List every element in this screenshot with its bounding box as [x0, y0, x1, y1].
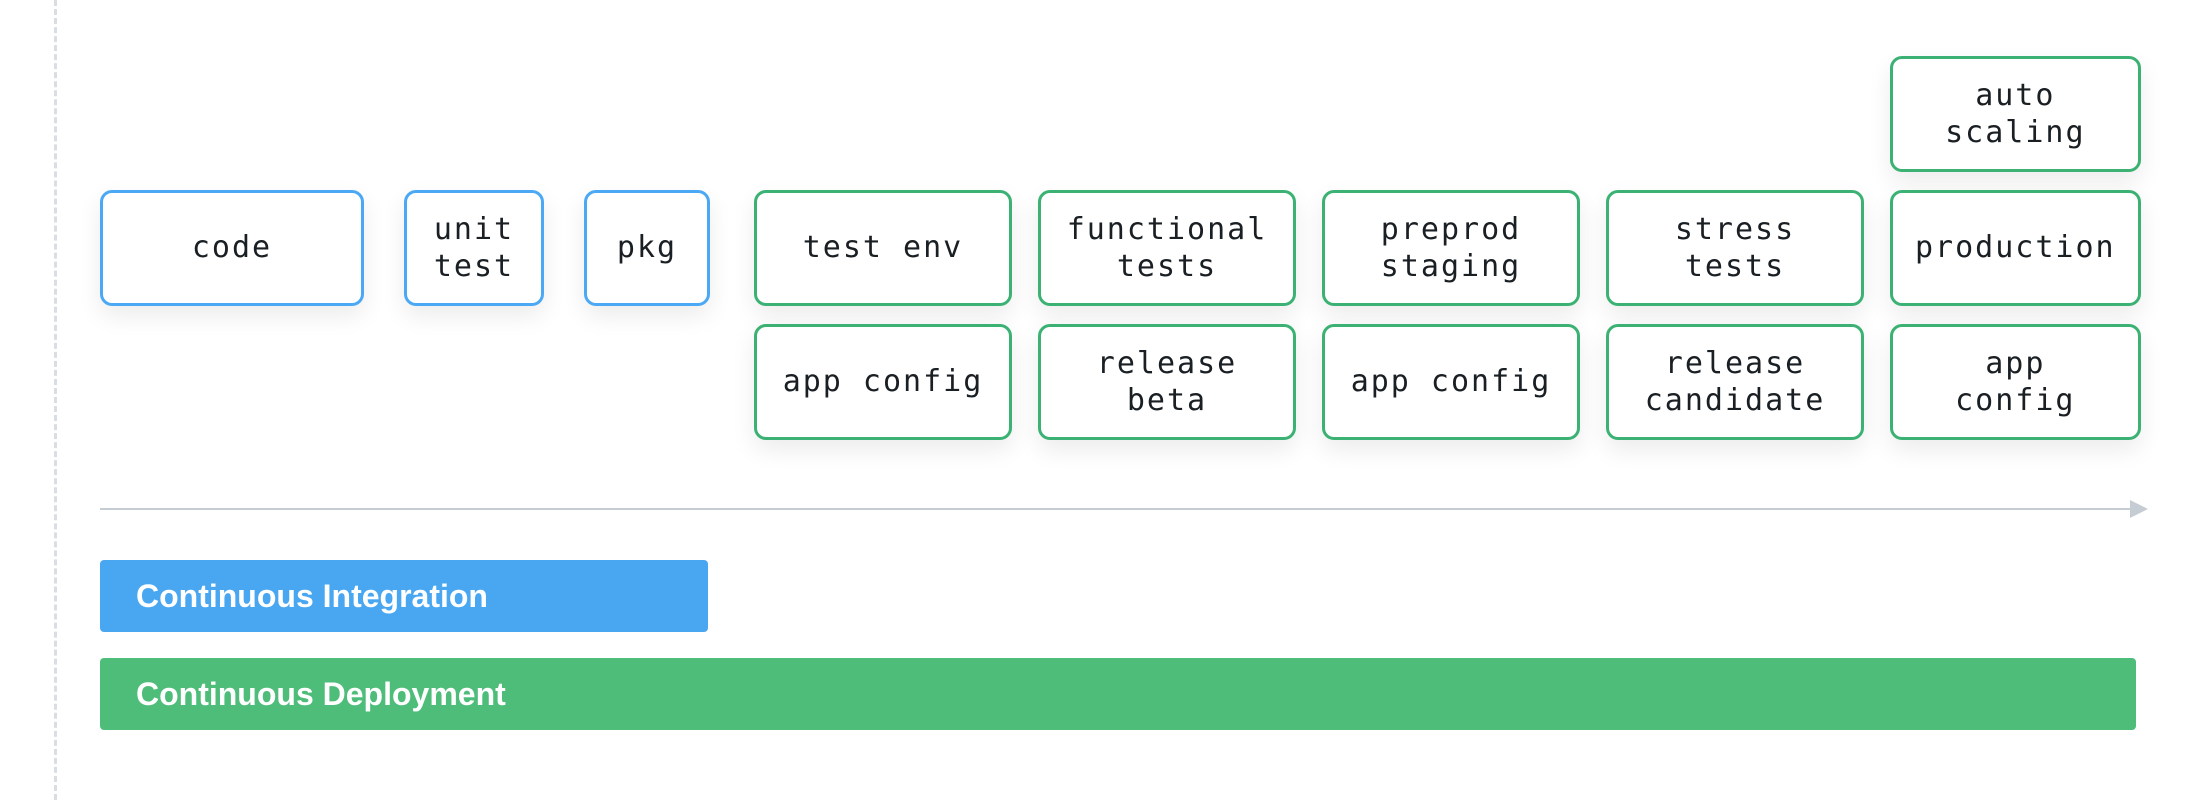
stage-preprod-staging: preprod staging [1322, 190, 1580, 306]
stage-app-config-3: app config [1890, 324, 2141, 440]
bar-ci-label: Continuous Integration [136, 578, 488, 615]
cd-col-4: stress tests release candidate [1606, 190, 1864, 440]
bar-continuous-deployment: Continuous Deployment [100, 658, 2136, 730]
stage-code: code [100, 190, 364, 306]
stage-auto-scaling: auto scaling [1890, 56, 2141, 172]
ci-col-code: code [100, 190, 364, 306]
cd-col-2: functional tests release beta [1038, 190, 1296, 440]
stage-app-config-1: app config [754, 324, 1012, 440]
stage-release-beta: release beta [1038, 324, 1296, 440]
cd-col-1: test env app config [754, 190, 1012, 440]
ci-col-pkg: pkg [584, 190, 710, 306]
stage-pkg: pkg [584, 190, 710, 306]
cd-col-3: preprod staging app config [1322, 190, 1580, 440]
ci-col-unit-test: unit test [404, 190, 544, 306]
vertical-timeline-guide [54, 0, 57, 800]
stage-production: production [1890, 190, 2141, 306]
stage-stress-tests: stress tests [1606, 190, 1864, 306]
cd-col-5: auto scaling production app config [1890, 56, 2136, 440]
stage-app-config-2: app config [1322, 324, 1580, 440]
bar-cd-label: Continuous Deployment [136, 676, 506, 713]
phase-bars: Continuous Integration Continuous Deploy… [100, 560, 2136, 730]
stage-release-candidate: release candidate [1606, 324, 1864, 440]
stage-test-env: test env [754, 190, 1012, 306]
timeline-arrow [100, 508, 2146, 510]
pipeline-diagram: code unit test pkg test env app config f… [100, 0, 2136, 800]
pipeline-stages: code unit test pkg test env app config f… [100, 0, 2136, 500]
bar-continuous-integration: Continuous Integration [100, 560, 708, 632]
stage-functional-tests: functional tests [1038, 190, 1296, 306]
stage-unit-test: unit test [404, 190, 544, 306]
